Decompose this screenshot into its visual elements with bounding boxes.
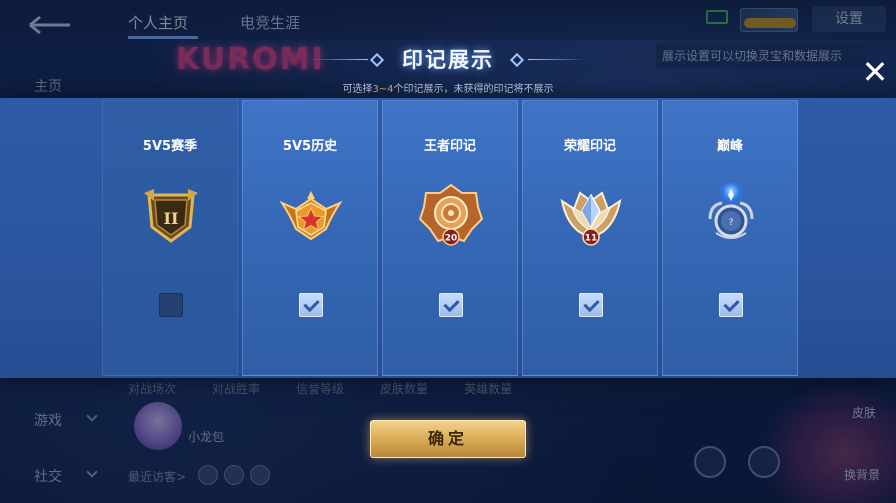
select-checkbox[interactable] xyxy=(299,293,323,317)
emblem-label: 巅峰 xyxy=(716,139,743,154)
glory-crystal-emblem: 11 xyxy=(560,191,622,246)
emblem-card-5v5-season[interactable]: 5V5赛季 II xyxy=(102,100,238,376)
emblem-label: 王者印记 xyxy=(423,139,476,154)
title-ornament-line xyxy=(528,59,586,60)
king-medal-emblem: 20 xyxy=(418,183,484,246)
select-checkbox[interactable] xyxy=(719,293,743,317)
title-ornament-line xyxy=(310,59,368,60)
emblem-card-glory[interactable]: 荣耀印记 11 xyxy=(522,100,658,376)
emblem-card-king[interactable]: 王者印记 20 xyxy=(382,100,518,376)
emblem-badge: II xyxy=(164,209,179,228)
emblem-card-peak[interactable]: 巅峰 ? xyxy=(662,100,798,376)
select-checkbox[interactable] xyxy=(439,293,463,317)
peak-unknown-emblem: ? xyxy=(708,183,754,239)
emblem-card-5v5-history[interactable]: 5V5历史 xyxy=(242,100,378,376)
emblem-label: 5V5赛季 xyxy=(142,139,198,154)
emblem-label: 5V5历史 xyxy=(282,139,338,154)
game-screen: 个人主页 电竞生涯 设置 展示设置可以切换灵宝和数据展示 KUROMI 主页 游… xyxy=(0,0,896,503)
emblem-badge: 11 xyxy=(585,234,598,244)
emblem-badge: 20 xyxy=(445,234,458,244)
emblem-label: 荣耀印记 xyxy=(563,139,616,154)
season-shield-emblem: II xyxy=(144,189,198,243)
emblem-badge: ? xyxy=(729,218,734,228)
modal-title: 印记展示 xyxy=(402,48,494,72)
select-checkbox[interactable] xyxy=(159,293,183,317)
modal-subtitle: 可选择3~4个印记展示，未获得的印记将不展示 xyxy=(342,84,554,95)
close-icon[interactable]: ✕ xyxy=(860,56,890,88)
confirm-button[interactable]: 确定 xyxy=(370,420,526,458)
history-star-emblem xyxy=(279,191,343,241)
select-checkbox[interactable] xyxy=(579,293,603,317)
